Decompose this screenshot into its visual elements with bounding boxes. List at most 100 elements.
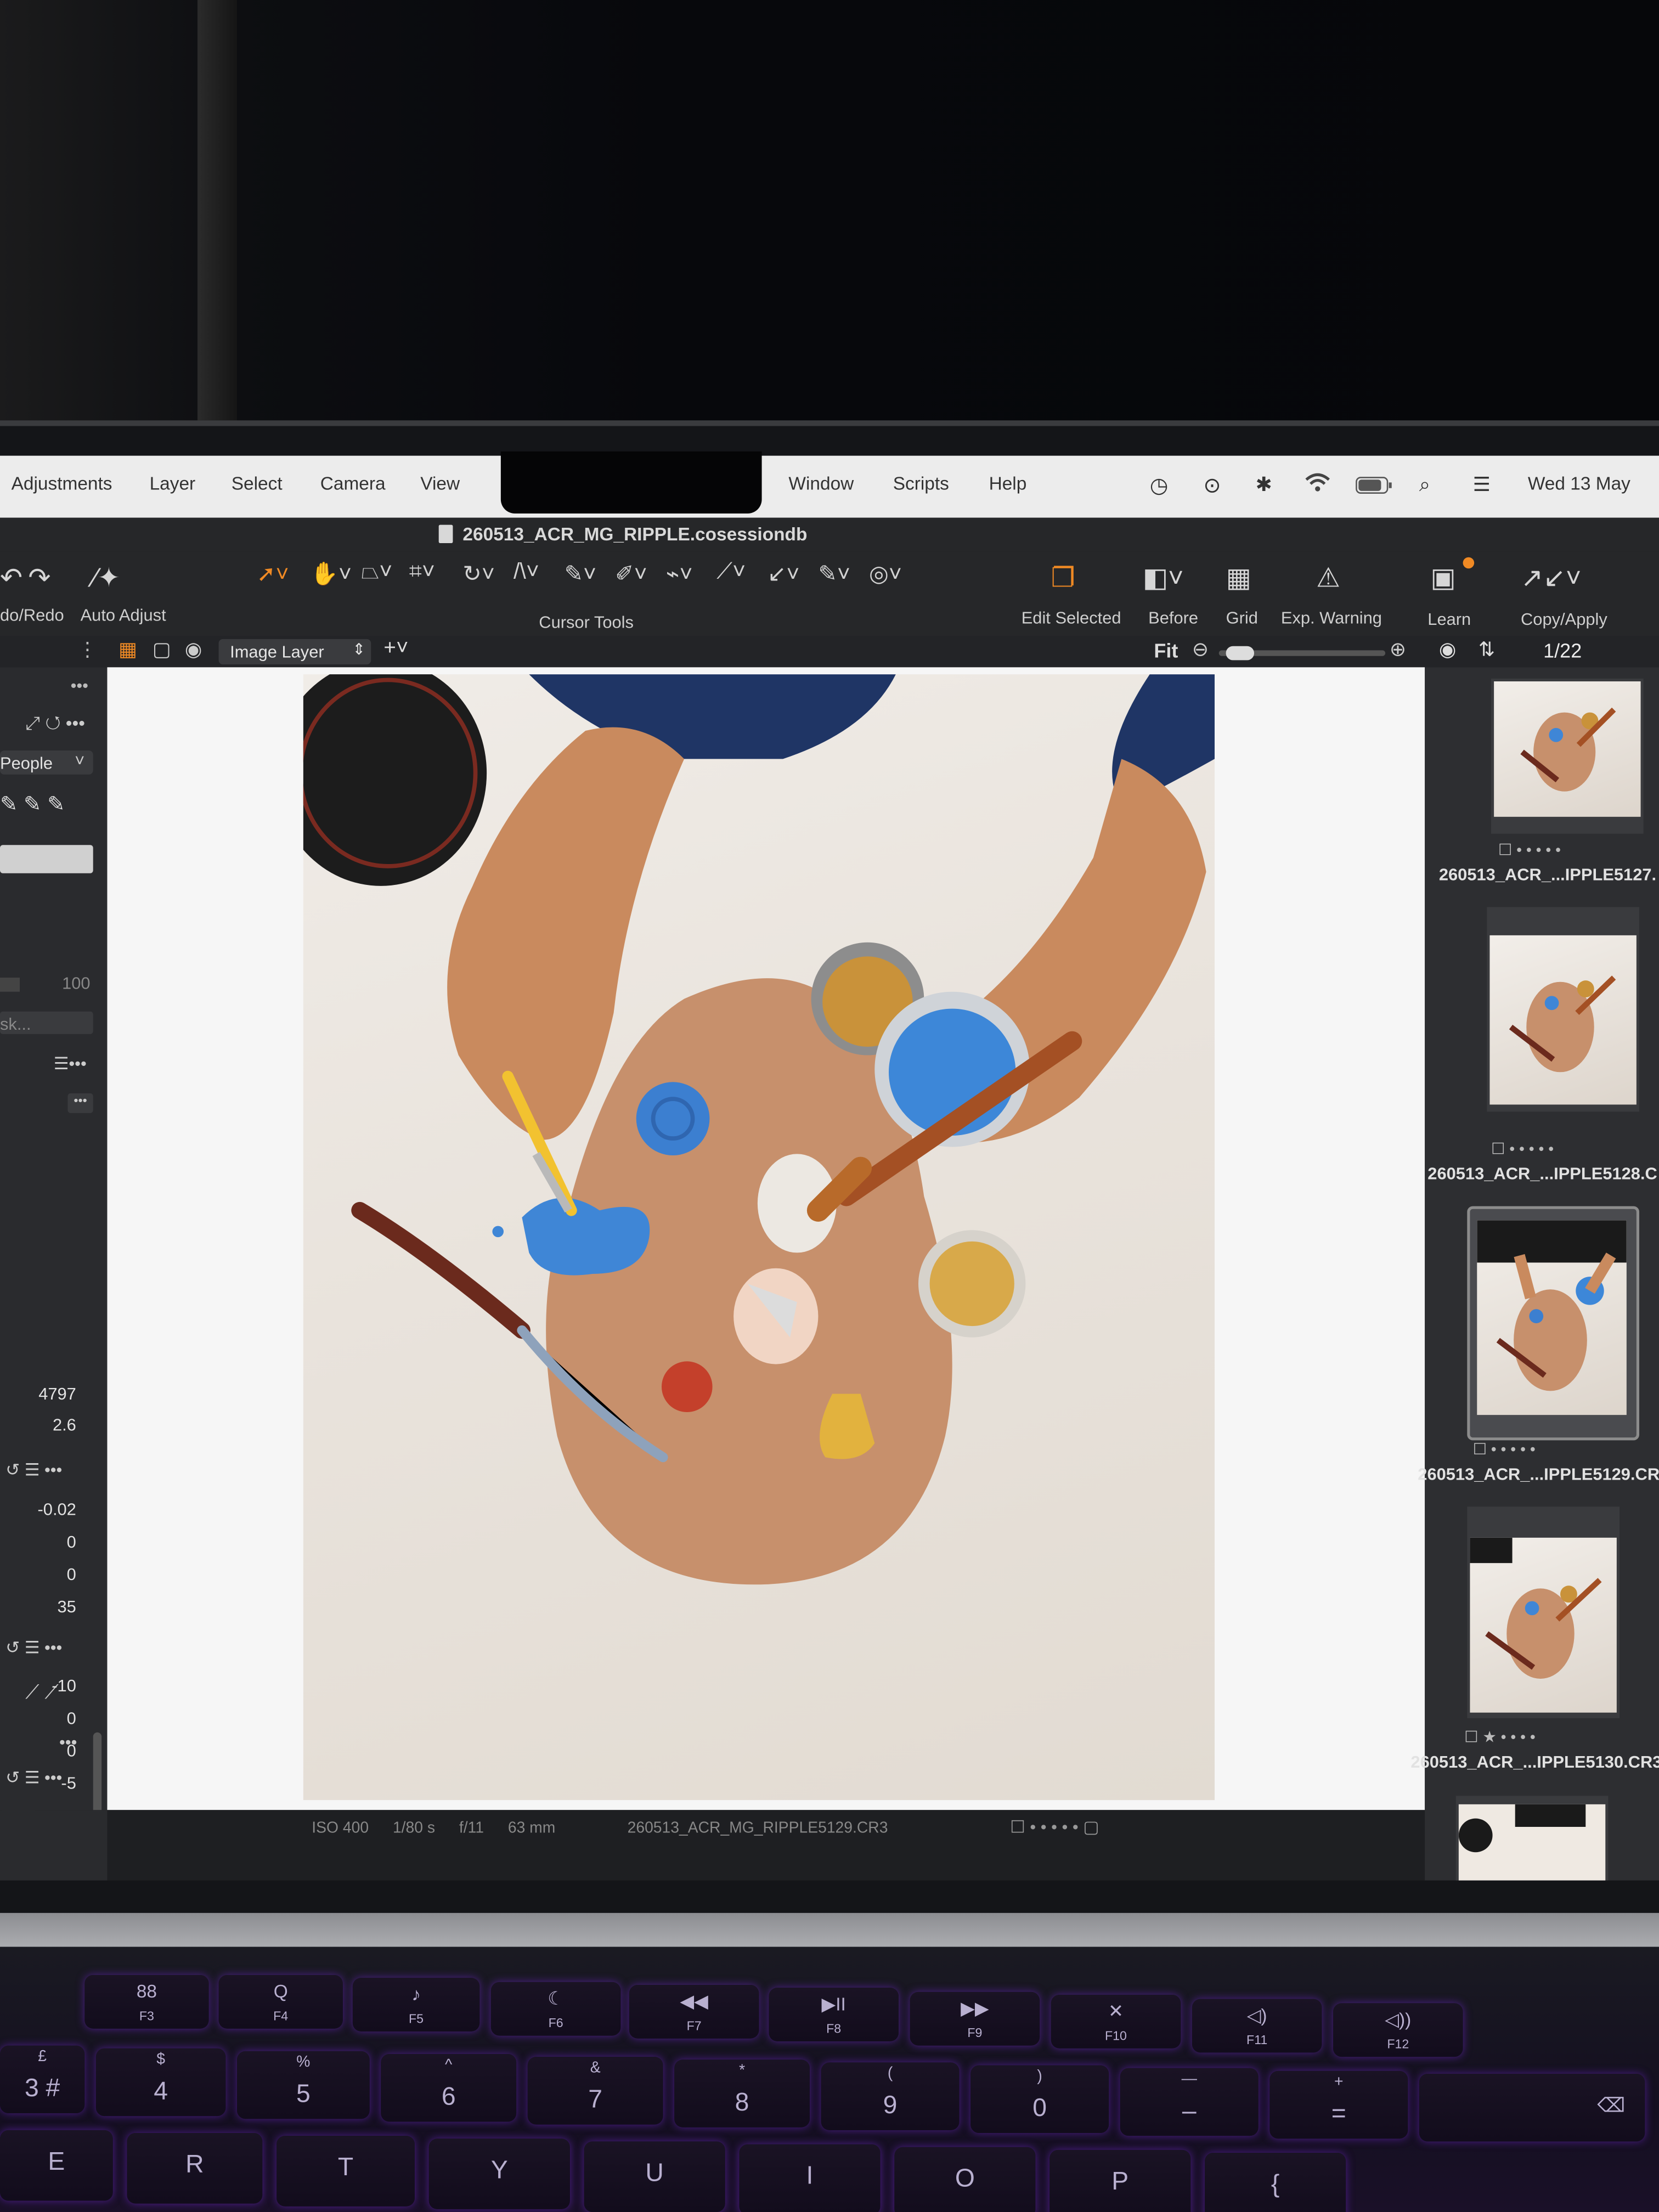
menu-select[interactable]: Select [232,472,283,494]
crop-icon[interactable]: ⌗˅ [409,560,435,585]
key-5[interactable]: % 5 [237,2051,370,2119]
gradient-mask-icon[interactable]: ⌁˅ [666,560,693,588]
key-y[interactable]: Y [428,2138,570,2209]
copy-apply-label[interactable]: Copy/Apply [1521,610,1607,629]
picker-icon[interactable]: ⟋˅ [716,560,746,585]
contrast-value[interactable]: 0 [67,1532,76,1552]
single-view-icon[interactable]: ▢ [153,637,171,662]
multi-view-icon[interactable]: ▦ [119,637,137,662]
key-7[interactable]: & 7 [527,2057,663,2125]
redo-icon[interactable]: ↷ [28,563,50,595]
zoom-fit-label[interactable]: Fit [1154,639,1178,662]
key-6[interactable]: ^ 6 [381,2054,517,2122]
keystone-icon[interactable]: /\˅ [514,560,539,585]
play-status-icon[interactable]: ⊙ [1203,472,1221,498]
key-delete[interactable]: ⌫ [1419,2074,1645,2142]
layer-selector[interactable]: Image Layer ⇕ [218,639,371,665]
key-4[interactable]: $4 [95,2048,226,2117]
key-p[interactable]: P [1049,2149,1191,2212]
shadow-value[interactable]: 0 [67,1708,76,1728]
grid-icon[interactable]: ▦ [1226,563,1251,595]
menu-scripts[interactable]: Scripts [893,472,949,494]
key-e[interactable]: E [0,2130,113,2201]
sort-icon[interactable]: ⇅ [1479,637,1495,662]
exposure-header-icons[interactable]: ↺ ☰ ••• [5,1460,62,1480]
black-value[interactable]: -5 [61,1773,76,1793]
magic-wand-icon[interactable]: ⁄✦ [93,563,120,595]
key-9[interactable]: (9 [821,2062,960,2130]
exposure-warning-icon[interactable]: ⚠ [1316,563,1340,595]
learn-label[interactable]: Learn [1427,610,1471,629]
rating-checkbox-icon[interactable]: ☐ • • • • • ▢ [1010,1817,1099,1837]
time-machine-icon[interactable]: ◷ [1150,472,1169,498]
white-value[interactable]: 0 [67,1741,76,1760]
key-f4[interactable]: Q F4 [218,1975,343,2029]
key-f9[interactable]: ▶▶ F9 [910,1991,1040,2046]
brightness-value[interactable]: 0 [67,1565,76,1584]
thumbnail-4[interactable] [1467,1506,1620,1718]
key-bracket[interactable]: { [1205,2153,1346,2212]
brush-icon[interactable]: ✎˅ [565,560,597,588]
rating-checkbox-icon[interactable]: ☐ • • • • • [1491,1140,1554,1158]
key-3[interactable]: £3 # [0,2045,85,2113]
thumbnail-3-selected[interactable] [1467,1206,1639,1441]
thumbnail-1[interactable] [1491,678,1644,834]
key-equals[interactable]: + = [1269,2070,1408,2139]
wb-kelvin-value[interactable]: 4797 [38,1384,76,1404]
thumbnail-5-partial[interactable] [1455,1796,1609,1881]
saturation-value[interactable]: 35 [58,1597,76,1617]
key-f11[interactable]: ◁) F11 [1192,1999,1322,2053]
learn-video-icon[interactable]: ▣ [1430,563,1455,595]
before-label[interactable]: Before [1148,608,1198,628]
edit-selected-label[interactable]: Edit Selected [1022,608,1121,628]
menu-adjustments[interactable]: Adjustments [12,472,112,494]
key-o[interactable]: O [894,2147,1036,2212]
main-photo[interactable] [303,674,1215,1801]
key-f10[interactable]: ✕ F10 [1051,1995,1181,2049]
battery-icon[interactable] [1356,477,1392,498]
key-u[interactable]: U [584,2141,725,2212]
undo-icon[interactable]: ↶ [0,563,22,595]
menu-view[interactable]: View [420,472,460,494]
key-r[interactable]: R [127,2133,263,2204]
menu-window[interactable]: Window [788,472,854,494]
rotate-icon[interactable]: ↻˅ [462,560,495,588]
bluetooth-icon[interactable]: ✱ [1256,472,1272,496]
image-viewer[interactable]: ISO 400 1/80 s f/11 63 mm 260513_ACR_MG_… [107,667,1425,1837]
thumbnail-2[interactable] [1487,907,1639,1112]
eye-icon[interactable]: ◉ [1439,637,1456,662]
wb-tint-value[interactable]: 2.6 [53,1415,76,1435]
straighten-icon[interactable]: ⏢˅ [361,560,392,585]
exp-warning-label[interactable]: Exp. Warning [1281,608,1382,628]
key-minus[interactable]: — – [1120,2068,1259,2136]
zoom-slider[interactable] [1218,646,1386,661]
before-compare-icon[interactable]: ◧˅ [1143,563,1184,595]
rating-checkbox-icon[interactable]: ☐ • • • • • [1498,841,1561,859]
annotate-icon[interactable]: ↙˅ [768,560,800,588]
eraser-icon[interactable]: ✐˅ [615,560,647,588]
menu-camera[interactable]: Camera [320,472,386,494]
key-f8[interactable]: ▶II F8 [769,1988,899,2041]
key-8[interactable]: * 8 [674,2059,810,2128]
key-i[interactable]: I [739,2144,881,2212]
add-layer-icon[interactable]: +˅ [383,636,408,661]
key-0[interactable]: ) 0 [970,2065,1109,2133]
control-center-icon[interactable]: ☰ [1473,472,1491,496]
select-cursor-icon[interactable]: ➚˅ [257,560,289,588]
zoom-slider-knob[interactable] [1226,646,1254,661]
hdr-header-icons[interactable]: ↺ ☰ ••• [5,1638,62,1657]
key-f5[interactable]: ♪ F5 [352,1978,480,2032]
highlight-value[interactable]: -10 [52,1676,76,1696]
rating-checkbox-icon[interactable]: ☐ ★ • • • • [1464,1728,1536,1747]
menu-help[interactable]: Help [989,472,1027,494]
edit-selected-icon[interactable]: ❐ [1051,563,1075,595]
key-f12[interactable]: ◁)) F12 [1333,2003,1463,2057]
zoom-out-icon[interactable]: ⊖ [1192,637,1209,662]
menu-clock[interactable]: Wed 13 May [1528,472,1630,494]
key-t[interactable]: T [276,2136,415,2207]
wifi-icon[interactable] [1305,472,1330,496]
color-picker-icon[interactable]: ◎˅ [869,560,902,588]
key-f3[interactable]: 88 F3 [84,1975,209,2029]
heal-icon[interactable]: ✎˅ [818,560,850,588]
menu-layer[interactable]: Layer [150,472,196,494]
